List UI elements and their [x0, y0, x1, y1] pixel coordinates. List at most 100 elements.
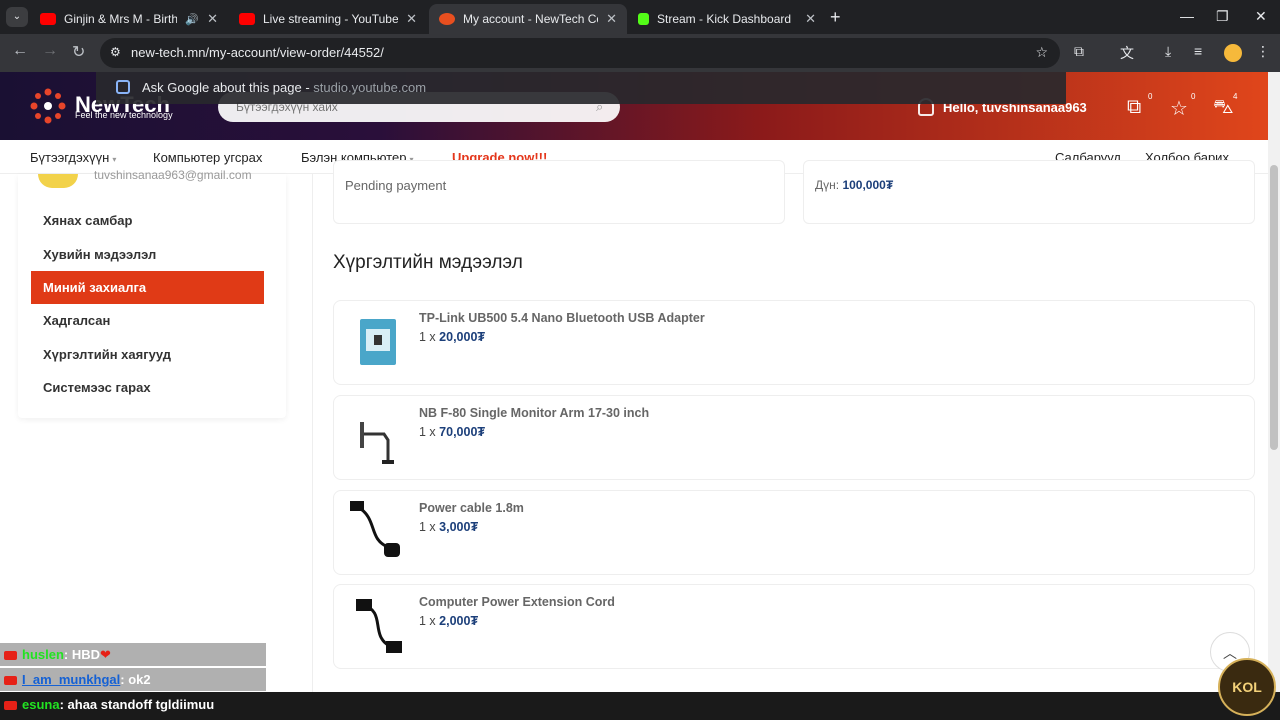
item-qty-price: 1 x 3,000₮: [419, 520, 478, 534]
omnibox-suggestion[interactable]: Ask Google about this page - studio.yout…: [96, 72, 1066, 104]
suggestion-source: studio.youtube.com: [313, 80, 427, 95]
scrollbar-thumb[interactable]: [1270, 165, 1278, 450]
wishlist-count-badge: 0: [1191, 92, 1196, 101]
sidebar-item-dashboard[interactable]: Хянах самбар: [31, 204, 264, 237]
sidebar-item-addresses[interactable]: Хүргэлтийн хаягууд: [31, 338, 264, 371]
newtech-favicon-icon: [439, 13, 455, 25]
downloads-icon[interactable]: ⤓: [1165, 43, 1171, 60]
browser-toolbar: ← → ↻ ⚙ new-tech.mn/my-account/view-orde…: [0, 34, 1280, 72]
translate-icon[interactable]: 文: [1120, 43, 1134, 63]
item-qty: 1 x: [419, 520, 436, 534]
order-item[interactable]: Computer Power Extension Cord 1 x 2,000₮: [333, 584, 1255, 669]
chat-username: huslen: [22, 647, 64, 662]
chat-message: huslen: HBD❤: [0, 643, 266, 666]
cart-icon[interactable]: ⛍: [1213, 96, 1234, 121]
nav-label: Бүтээгдэхүүн: [30, 150, 110, 165]
browser-tab-2[interactable]: Live streaming - YouTube Studio ✕: [229, 4, 427, 34]
order-item[interactable]: TP-Link UB500 5.4 Nano Bluetooth USB Ada…: [333, 300, 1255, 385]
item-qty-price: 1 x 70,000₮: [419, 425, 485, 439]
account-email: tuvshinsanaa963@gmail.com: [94, 168, 252, 182]
chevron-down-icon: ▾: [112, 155, 117, 164]
forward-icon[interactable]: →: [42, 42, 58, 60]
item-name[interactable]: Power cable 1.8m: [419, 501, 524, 515]
close-tab-icon[interactable]: ✕: [207, 11, 218, 27]
chat-text: : ok2: [120, 672, 151, 687]
order-total: Дүн: 100,000₮: [815, 178, 893, 192]
item-qty-price: 1 x 20,000₮: [419, 330, 485, 344]
sidebar-item-my-orders[interactable]: Миний захиалга: [31, 271, 264, 304]
compare-count-badge: 0: [1148, 92, 1153, 101]
kol-watermark-logo: KOL: [1218, 658, 1276, 716]
youtube-favicon-icon: [40, 13, 56, 25]
sidebar-item-logout[interactable]: Системээс гарах: [31, 371, 264, 404]
kick-favicon-icon: [638, 13, 649, 25]
menu-icon[interactable]: ⋮: [1256, 43, 1270, 60]
close-tab-icon[interactable]: ✕: [406, 11, 417, 27]
tab-title: Ginjin & Mrs M - Birthday (: [64, 12, 178, 26]
youtube-icon: [4, 651, 17, 661]
url-text: new-tech.mn/my-account/view-order/44552/: [131, 45, 384, 60]
google-lens-icon: [116, 80, 130, 94]
order-item[interactable]: NB F-80 Single Monitor Arm 17-30 inch 1 …: [333, 395, 1255, 480]
close-window-icon[interactable]: ✕: [1255, 8, 1267, 25]
minimize-icon[interactable]: —: [1180, 8, 1194, 24]
item-qty: 1 x: [419, 330, 436, 344]
item-price: 20,000₮: [439, 330, 486, 344]
monitor-arm-icon: [360, 422, 394, 464]
profile-avatar[interactable]: [1224, 44, 1242, 62]
youtube-icon: [4, 676, 17, 686]
sidebar-item-saved[interactable]: Хадгалсан: [31, 304, 264, 337]
total-value: 100,000₮: [842, 178, 894, 192]
address-bar[interactable]: ⚙ new-tech.mn/my-account/view-order/4455…: [100, 38, 1060, 68]
browser-tab-4[interactable]: Stream - Kick Dashboard ✕: [628, 4, 826, 34]
browser-tab-3[interactable]: My account - NewTech Comput ✕: [429, 4, 627, 34]
suggestion-text: Ask Google about this page: [142, 80, 302, 95]
bookmark-star-icon[interactable]: ☆: [1035, 44, 1048, 61]
order-status-text: Pending payment: [345, 178, 447, 193]
item-price: 3,000₮: [439, 520, 479, 534]
new-tab-icon[interactable]: +: [830, 7, 841, 28]
site-info-icon[interactable]: ⚙: [110, 45, 121, 59]
chat-message: I_am_munkhgal: ok2: [0, 668, 266, 691]
nav-label: Компьютер угсрах: [153, 150, 263, 165]
extension-cord-icon: [356, 599, 402, 653]
total-label: Дүн:: [815, 178, 840, 192]
logo-tagline: Feel the new technology: [75, 110, 173, 120]
compare-icon[interactable]: ⧉: [1127, 96, 1141, 119]
order-total-card: [803, 160, 1255, 224]
wishlist-star-icon[interactable]: ☆: [1170, 96, 1188, 121]
item-price: 70,000₮: [439, 425, 486, 439]
cart-count-badge: 4: [1233, 92, 1238, 101]
order-item[interactable]: Power cable 1.8m 1 x 3,000₮: [333, 490, 1255, 575]
back-icon[interactable]: ←: [12, 42, 28, 60]
browser-tab-bar: ⌄ Ginjin & Mrs M - Birthday ( 🔊 ✕ Live s…: [0, 0, 1280, 34]
chat-username: esuna: [22, 697, 60, 712]
reload-icon[interactable]: ↻: [72, 42, 85, 62]
close-tab-icon[interactable]: ✕: [805, 11, 816, 27]
content-divider: [312, 174, 313, 694]
item-name[interactable]: TP-Link UB500 5.4 Nano Bluetooth USB Ada…: [419, 311, 705, 325]
item-qty: 1 x: [419, 425, 436, 439]
sidebar-item-profile[interactable]: Хувийн мэдээлэл: [31, 238, 264, 271]
item-name[interactable]: Computer Power Extension Cord: [419, 595, 615, 609]
item-qty: 1 x: [419, 614, 436, 628]
restore-icon[interactable]: ❐: [1216, 8, 1229, 25]
chat-message: esuna: ahaa standoff tgldiimuu: [0, 692, 1280, 720]
youtube-studio-favicon-icon: [239, 13, 255, 25]
nav-item-products[interactable]: Бүтээгдэхүүн ▾: [30, 150, 116, 165]
chat-text: : HBD: [63, 647, 101, 662]
close-tab-icon[interactable]: ✕: [606, 11, 617, 27]
newtech-logo-icon[interactable]: [28, 86, 68, 126]
browser-tab-1[interactable]: Ginjin & Mrs M - Birthday ( 🔊 ✕: [30, 4, 228, 34]
usb-adapter-icon: [360, 319, 396, 365]
nav-item-build-pc[interactable]: Компьютер угсрах: [153, 150, 262, 165]
youtube-icon: [4, 701, 17, 711]
media-control-icon[interactable]: ≡: [1194, 43, 1202, 59]
item-name[interactable]: NB F-80 Single Monitor Arm 17-30 inch: [419, 406, 649, 420]
extensions-icon[interactable]: ⧉: [1074, 43, 1084, 60]
item-qty-price: 1 x 2,000₮: [419, 614, 478, 628]
heart-icon: ❤: [100, 647, 111, 662]
speaker-icon: 🔊: [185, 13, 200, 26]
chat-username: I_am_munkhgal: [22, 672, 121, 687]
tab-search-button[interactable]: ⌄: [6, 7, 28, 27]
